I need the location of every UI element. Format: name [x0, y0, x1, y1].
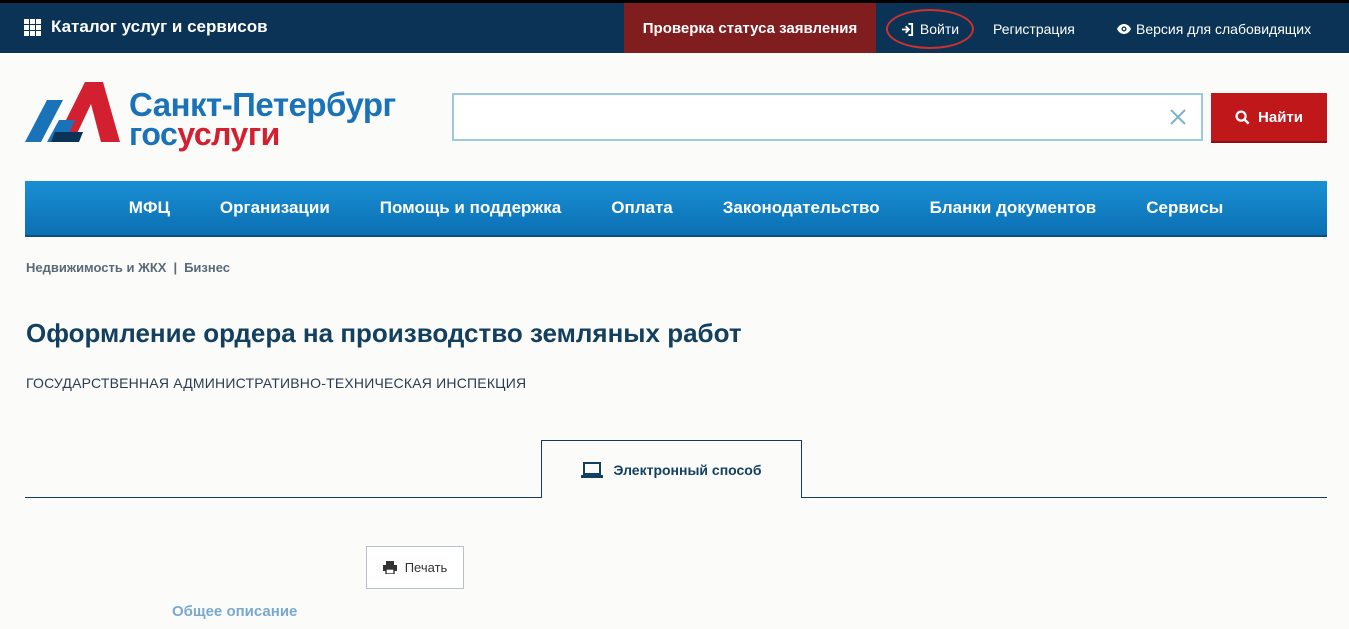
search-button-label: Найти — [1258, 108, 1303, 126]
breadcrumb-business[interactable]: Бизнес — [184, 260, 230, 275]
tab-electronic[interactable]: Электронный способ — [541, 440, 802, 498]
eye-icon — [1117, 24, 1131, 34]
nav-item-services[interactable]: Сервисы — [1146, 198, 1223, 218]
login-button[interactable]: Войти — [886, 9, 974, 49]
nav-item-mfc[interactable]: МФЦ — [129, 198, 170, 218]
site-logo[interactable]: Санкт-Петербург госуслуги — [25, 82, 425, 152]
close-icon[interactable] — [1169, 108, 1187, 126]
laptop-icon — [581, 461, 604, 478]
logo-gos-part1: гос — [129, 116, 178, 152]
logo-mark-icon — [25, 82, 120, 142]
agency-name: ГОСУДАРСТВЕННАЯ АДМИНИСТРАТИВНО-ТЕХНИЧЕС… — [26, 375, 527, 391]
login-label: Войти — [919, 21, 960, 37]
sign-in-icon — [901, 22, 913, 36]
printer-icon — [382, 561, 397, 574]
nav-item-payment[interactable]: Оплата — [611, 198, 673, 218]
search-icon — [1235, 109, 1250, 124]
logo-gosuslugi: госуслуги — [129, 116, 280, 153]
status-check-label: Проверка статуса заявления — [642, 19, 858, 37]
nav-item-forms[interactable]: Бланки документов — [930, 198, 1097, 218]
main-nav: МФЦ Организации Помощь и поддержка Оплат… — [25, 181, 1327, 237]
catalog-label: Каталог услуг и сервисов — [51, 17, 268, 36]
nav-item-organizations[interactable]: Организации — [220, 198, 330, 218]
low-vision-link[interactable]: Версия для слабовидящих — [1117, 21, 1311, 37]
tab-electronic-label: Электронный способ — [613, 461, 762, 478]
grid-icon — [24, 18, 41, 36]
nav-item-legislation[interactable]: Законодательство — [723, 198, 880, 218]
breadcrumb: Недвижимость и ЖКХ | Бизнес — [26, 260, 230, 275]
nav-item-help[interactable]: Помощь и поддержка — [380, 198, 561, 218]
print-label: Печать — [404, 560, 448, 575]
page-title: Оформление ордера на производство землян… — [26, 318, 742, 348]
status-check-button[interactable]: Проверка статуса заявления — [624, 3, 876, 53]
top-bar: Каталог услуг и сервисов Проверка статус… — [0, 0, 1349, 53]
register-link[interactable]: Регистрация — [993, 21, 1075, 37]
search-button[interactable]: Найти — [1211, 93, 1327, 141]
low-vision-label: Версия для слабовидящих — [1136, 21, 1312, 37]
register-label: Регистрация — [993, 21, 1075, 37]
search-box — [452, 93, 1203, 141]
catalog-button[interactable]: Каталог услуг и сервисов — [24, 17, 268, 37]
logo-gos-part2: услуги — [177, 116, 280, 152]
search-input[interactable] — [454, 95, 1154, 139]
print-button[interactable]: Печать — [366, 546, 464, 589]
breadcrumb-real-estate[interactable]: Недвижимость и ЖКХ — [26, 260, 166, 275]
breadcrumb-separator: | — [173, 260, 178, 275]
overview-link[interactable]: Общее описание — [172, 603, 297, 620]
